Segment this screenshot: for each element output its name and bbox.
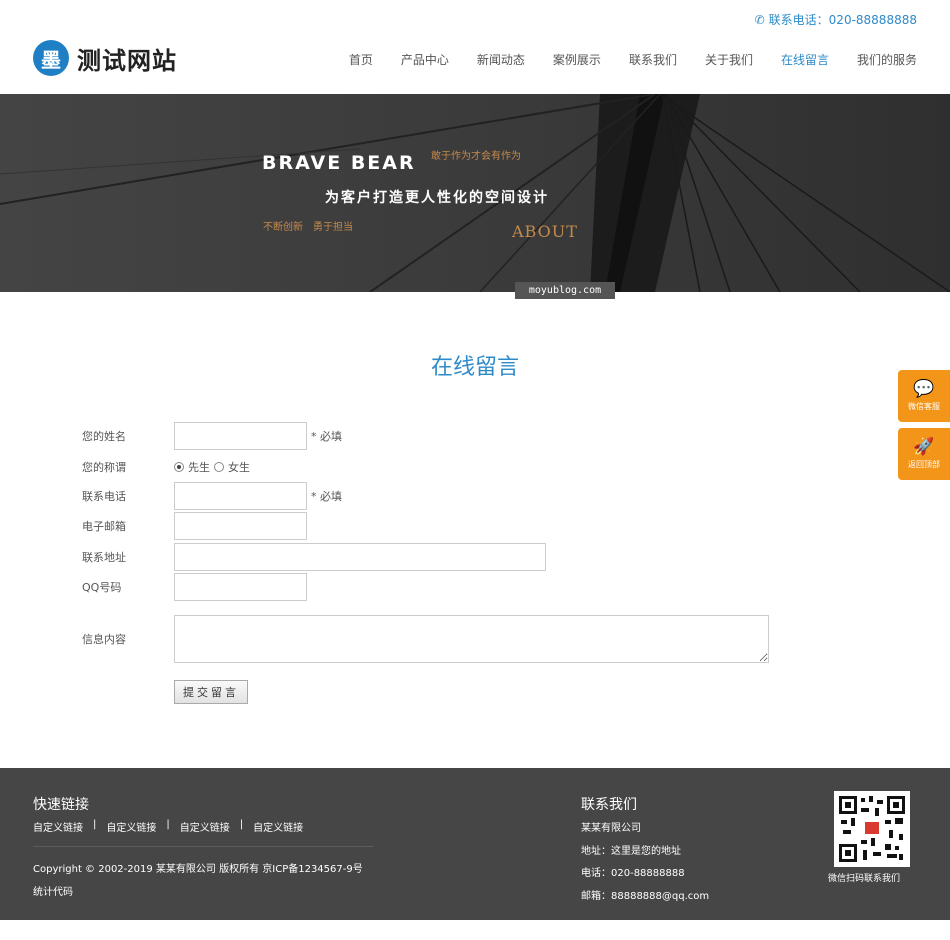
phone-label: 联系电话: [82, 490, 126, 503]
banner-slogan: 敢于作为才会有作为: [431, 151, 521, 162]
footer-links-heading: 快速链接: [33, 797, 89, 813]
footer-divider: [33, 846, 373, 847]
form-row-phone: 联系电话 * 必填: [82, 482, 342, 510]
wechat-icon: 💬: [913, 378, 935, 399]
email-label: 电子邮箱: [82, 520, 126, 533]
form-row-message: 信息内容: [82, 615, 769, 663]
phone-icon: ✆: [754, 12, 765, 27]
footer-link[interactable]: 自定义链接: [106, 819, 156, 834]
form-row-email: 电子邮箱: [82, 512, 307, 540]
header: ✆ 联系电话：020-88888888 墨 测试网站 首页 产品中心 新闻动态 …: [0, 0, 950, 94]
radio-ms-label: 女生: [228, 461, 250, 474]
radio-mr[interactable]: [174, 462, 184, 472]
nav-item-about[interactable]: 关于我们: [705, 51, 753, 68]
submit-button[interactable]: 提交留言: [174, 680, 248, 704]
title-radio-group: 先生 女生: [174, 459, 250, 475]
nav-item-products[interactable]: 产品中心: [401, 51, 449, 68]
footer-link-separator: |: [93, 819, 97, 830]
logo-mark-icon: 墨: [33, 40, 69, 76]
qq-input[interactable]: [174, 573, 307, 601]
footer-link[interactable]: 自定义链接: [180, 819, 230, 834]
page-title: 在线留言: [430, 355, 519, 380]
message-textarea[interactable]: [174, 615, 769, 663]
banner-subtitle: 为客户打造更人性化的空间设计: [325, 190, 549, 206]
wechat-qr-code: [834, 791, 910, 867]
footer-phone: 电话：020-88888888: [581, 868, 685, 879]
address-label: 联系地址: [82, 551, 126, 564]
phone-text: 联系电话：020-88888888: [768, 13, 917, 27]
form-row-qq: QQ号码: [82, 573, 307, 601]
required-note: * 必填: [311, 430, 342, 443]
nav-item-home[interactable]: 首页: [349, 51, 373, 68]
form-row-title: 您的称谓 先生 女生: [82, 459, 250, 475]
footer-email: 邮箱：88888888@qq.com: [581, 891, 710, 902]
main-nav: 首页 产品中心 新闻动态 案例展示 联系我们 关于我们 在线留言 我们的服务: [321, 51, 917, 68]
nav-item-services[interactable]: 我们的服务: [857, 51, 917, 68]
nav-item-contact[interactable]: 联系我们: [629, 51, 677, 68]
form-row-name: 您的姓名 * 必填: [82, 422, 342, 450]
footer-link-separator: |: [239, 819, 244, 830]
footer-link-separator: |: [166, 819, 170, 830]
footer-contact-heading: 联系我们: [581, 797, 637, 813]
footer-link[interactable]: 自定义链接: [253, 819, 303, 834]
footer-address: 地址：这里是您的地址: [581, 846, 681, 857]
qq-label: QQ号码: [82, 581, 122, 594]
email-input[interactable]: [174, 512, 307, 540]
banner-title: BRAVE BEAR: [262, 152, 416, 174]
site-logo[interactable]: 墨 测试网站: [33, 40, 177, 76]
nav-item-message[interactable]: 在线留言: [781, 51, 829, 68]
radio-mr-label: 先生: [188, 461, 210, 474]
wechat-service-label: 微信客服: [908, 401, 940, 411]
wechat-service-button[interactable]: 💬 微信客服: [898, 370, 950, 422]
qr-caption: 微信扫码联系我们: [828, 874, 901, 884]
watermark: moyublog.com: [515, 282, 615, 299]
hero-banner: BRAVE BEAR 敢于作为才会有作为 为客户打造更人性化的空间设计 不断创新…: [0, 94, 950, 292]
nav-item-cases[interactable]: 案例展示: [553, 51, 601, 68]
phone-input[interactable]: [174, 482, 307, 510]
radio-ms[interactable]: [214, 462, 224, 472]
footer-links: 自定义链接 | 自定义链接 | 自定义链接 | 自定义链接: [33, 819, 303, 834]
footer-copyright: Copyright © 2002-2019 某某有限公司 版权所有 京ICP备1…: [33, 864, 363, 875]
rocket-icon: 🚀: [913, 436, 935, 457]
footer-link[interactable]: 自定义链接: [33, 819, 83, 834]
message-label: 信息内容: [82, 633, 126, 646]
banner-tags: 不断创新 勇于担当: [263, 222, 353, 233]
address-input[interactable]: [174, 543, 546, 571]
header-phone: ✆ 联系电话：020-88888888: [755, 11, 917, 28]
banner-about: ABOUT: [512, 222, 578, 241]
logo-text: 测试网站: [77, 46, 177, 75]
name-input[interactable]: [174, 422, 307, 450]
footer-company: 某某有限公司: [581, 823, 641, 834]
nav-item-news[interactable]: 新闻动态: [477, 51, 525, 68]
back-to-top-label: 返回顶部: [908, 459, 940, 469]
form-row-address: 联系地址: [82, 543, 546, 571]
footer: 快速链接 自定义链接 | 自定义链接 | 自定义链接 | 自定义链接 Copyr…: [0, 768, 950, 920]
back-to-top-button[interactable]: 🚀 返回顶部: [898, 428, 950, 480]
footer-stats: 统计代码: [33, 887, 73, 898]
required-note: * 必填: [311, 490, 342, 503]
name-label: 您的姓名: [82, 430, 126, 443]
title-label: 您的称谓: [82, 461, 126, 474]
